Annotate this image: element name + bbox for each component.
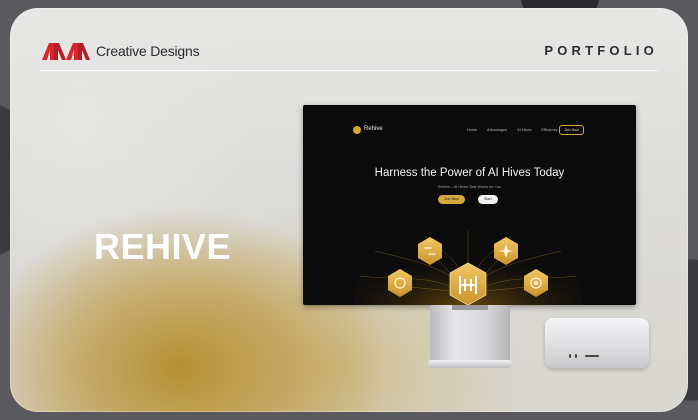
hive-illustration <box>355 231 581 305</box>
sd-slot <box>585 355 599 357</box>
monitor-stand-base <box>428 360 512 368</box>
hero-start-button[interactable]: Start <box>478 195 498 204</box>
usb-port <box>569 354 571 358</box>
site-name: Rehive <box>364 126 383 132</box>
usb-port <box>575 354 577 358</box>
site-nav-link[interactable]: Advantages <box>487 128 507 132</box>
site-nav-link[interactable]: AI Hives <box>517 128 531 132</box>
brand-logo-icon <box>42 43 90 60</box>
brand-logo[interactable]: Creative Designs <box>40 41 200 61</box>
site-nav-link[interactable]: Efficiency <box>541 128 557 132</box>
background: Creative Designs PORTFOLIO REHIVE Rehive… <box>0 0 698 420</box>
site-nav-link[interactable]: Home <box>467 128 477 132</box>
brand-name: Creative Designs <box>96 43 200 59</box>
site-join-button[interactable]: Join Now <box>559 125 584 135</box>
monitor-stand-joint <box>452 305 488 310</box>
site-nav-links: Home Advantages AI Hives Efficiency <box>467 128 558 132</box>
section-label: PORTFOLIO <box>544 43 658 58</box>
site-navbar: Rehive Home Advantages AI Hives Efficien… <box>303 105 636 135</box>
mini-pc <box>545 318 649 368</box>
hero-subtitle: Rehive – AI Hives That Works for You <box>437 185 502 189</box>
monitor-screen: Rehive Home Advantages AI Hives Efficien… <box>303 105 636 305</box>
project-title: REHIVE <box>94 226 232 267</box>
monitor-stand <box>430 305 510 365</box>
header-divider <box>40 70 658 71</box>
site-logo-icon <box>353 126 361 134</box>
hero-title: Harness the Power of AI Hives Today <box>374 167 565 179</box>
hero-join-button[interactable]: Join Now <box>438 195 465 204</box>
